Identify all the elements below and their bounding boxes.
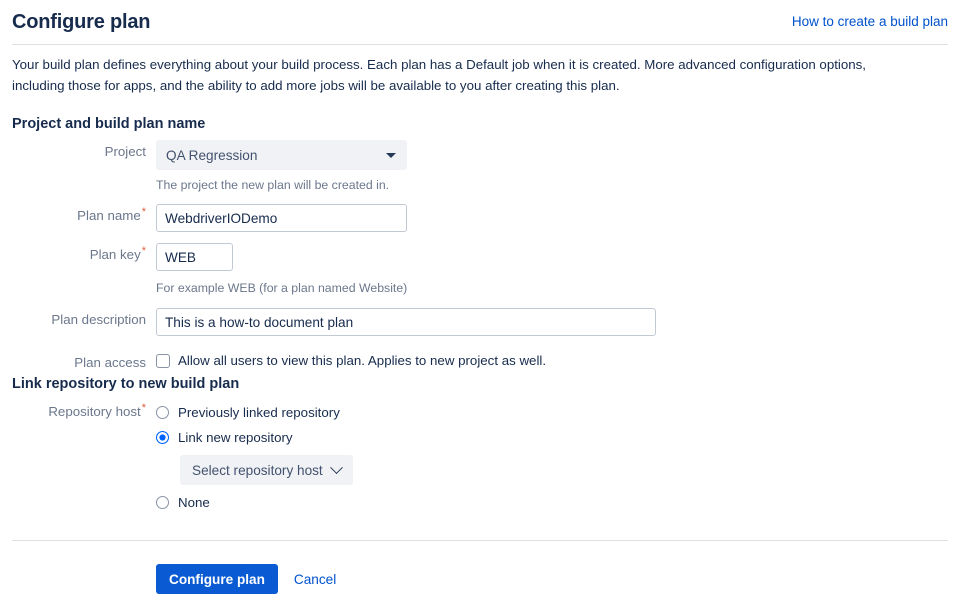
project-helper-text: The project the new plan will be created… [156, 178, 389, 192]
header-divider [12, 44, 948, 45]
plan-access-checkbox-row[interactable]: Allow all users to view this plan. Appli… [156, 351, 546, 368]
plan-key-label-text: Plan key [90, 247, 141, 262]
project-select-value: QA Regression [166, 148, 257, 163]
plan-name-label-text: Plan name [77, 208, 141, 223]
page-title: Configure plan [12, 10, 150, 34]
field-row-plan-description: Plan description [0, 308, 656, 336]
configure-plan-page: Configure plan How to create a build pla… [0, 0, 960, 608]
form-actions: Configure plan Cancel [156, 564, 336, 594]
plan-key-helper-text: For example WEB (for a plan named Websit… [156, 281, 407, 295]
plan-access-checkbox-label[interactable]: Allow all users to view this plan. Appli… [178, 353, 546, 368]
repository-host-select-value: Select repository host [192, 463, 323, 478]
required-marker: * [142, 402, 146, 414]
field-row-plan-key: Plan key* [0, 243, 233, 271]
plan-key-input[interactable] [156, 243, 233, 271]
required-marker: * [142, 206, 146, 218]
plan-access-label: Plan access [0, 351, 146, 370]
radio-label-none[interactable]: None [178, 495, 210, 510]
repository-host-label: Repository host* [0, 400, 146, 419]
plan-access-checkbox[interactable] [156, 354, 170, 368]
field-row-repository-host: Repository host* Previously linked repos… [0, 400, 353, 515]
radio-option-link-new-repository[interactable]: Link new repository [156, 425, 353, 450]
repository-host-radio-group: Previously linked repository Link new re… [156, 400, 353, 515]
page-header: Configure plan How to create a build pla… [12, 0, 948, 44]
plan-name-label: Plan name* [0, 204, 146, 223]
footer-divider [12, 540, 948, 541]
radio-none[interactable] [156, 496, 169, 509]
configure-plan-button[interactable]: Configure plan [156, 564, 278, 594]
chevron-down-icon [330, 461, 343, 474]
project-label: Project [0, 140, 146, 159]
radio-option-none[interactable]: None [156, 490, 353, 515]
project-select[interactable]: QA Regression [156, 140, 407, 170]
field-row-plan-access: Plan access Allow all users to view this… [0, 351, 546, 370]
how-to-create-build-plan-link[interactable]: How to create a build plan [792, 13, 948, 31]
repository-host-select[interactable]: Select repository host [180, 455, 353, 485]
chevron-down-icon [386, 153, 396, 158]
field-row-plan-name: Plan name* [0, 204, 407, 232]
plan-key-label: Plan key* [0, 243, 146, 262]
field-row-project: Project QA Regression [0, 140, 407, 170]
section-heading-project: Project and build plan name [12, 116, 205, 132]
section-heading-repository: Link repository to new build plan [12, 376, 239, 392]
plan-description-label: Plan description [0, 308, 146, 327]
radio-link-new-repository[interactable] [156, 431, 169, 444]
required-marker: * [142, 245, 146, 257]
repository-host-label-text: Repository host [48, 404, 140, 419]
plan-name-input[interactable] [156, 204, 407, 232]
radio-option-previously-linked-repository[interactable]: Previously linked repository [156, 400, 353, 425]
cancel-button[interactable]: Cancel [294, 572, 336, 587]
intro-description: Your build plan defines everything about… [12, 55, 922, 96]
radio-previously-linked-repository[interactable] [156, 406, 169, 419]
radio-label-link-new-repository[interactable]: Link new repository [178, 430, 293, 445]
repository-host-select-wrapper: Select repository host [156, 450, 353, 490]
plan-description-input[interactable] [156, 308, 656, 336]
radio-label-previously-linked-repository[interactable]: Previously linked repository [178, 405, 340, 420]
